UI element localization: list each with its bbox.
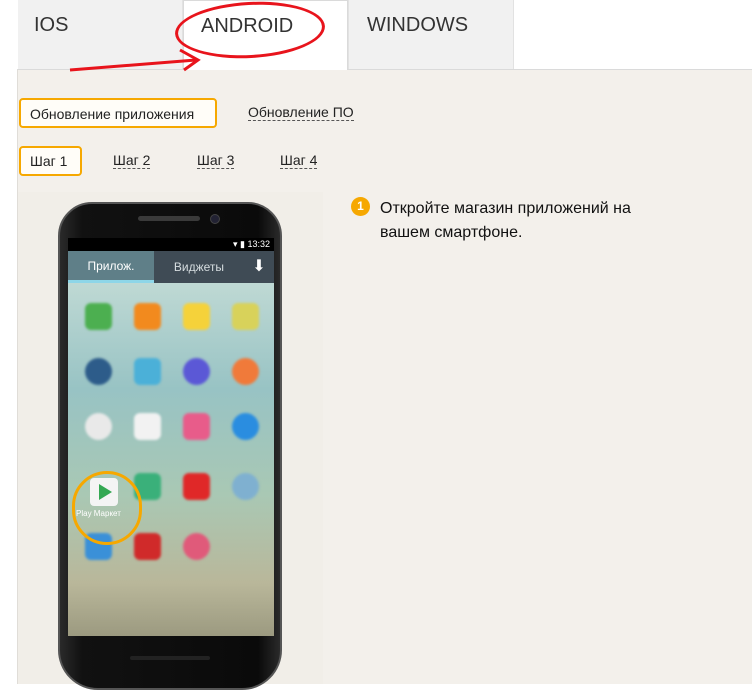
subtab-app-update-label: Обновление приложения xyxy=(30,106,195,122)
app-grid: Play Маркет xyxy=(68,283,274,636)
clock-app-icon xyxy=(85,413,112,440)
step-2-button[interactable]: Шаг 2 xyxy=(113,152,151,169)
camera-app-icon xyxy=(85,358,112,385)
step-1-button[interactable]: Шаг 1 xyxy=(19,146,82,176)
calendar-app-icon xyxy=(134,413,161,440)
app-drawer-tabs: Прилож. Виджеты ⬇ xyxy=(68,251,274,283)
step-3-label: Шаг 3 xyxy=(197,152,235,169)
phone-app-icon xyxy=(85,303,112,330)
tab-apps: Прилож. xyxy=(68,251,154,283)
phone-screen: ▾ ▮ 13:32 Прилож. Виджеты ⬇ Play Маркет xyxy=(68,238,274,636)
tab-windows-label: WINDOWS xyxy=(367,14,469,36)
speaker-grille xyxy=(138,216,200,221)
tab-windows[interactable]: WINDOWS xyxy=(348,0,514,69)
play-market-highlight xyxy=(72,471,142,545)
contacts-app-icon xyxy=(134,303,161,330)
status-time: 13:32 xyxy=(247,239,270,249)
step-2-label: Шаг 2 xyxy=(113,152,151,169)
hangouts-app-icon xyxy=(232,358,259,385)
step-1-label: Шаг 1 xyxy=(30,153,68,169)
instruction-text: Откройте магазин приложений на вашем сма… xyxy=(380,200,631,241)
maps-app-icon xyxy=(134,358,161,385)
phone-illustration: ▾ ▮ 13:32 Прилож. Виджеты ⬇ Play Маркет xyxy=(18,192,323,690)
subtab-firmware-update[interactable]: Обновление ПО xyxy=(248,104,354,121)
email-app-icon xyxy=(183,303,210,330)
flipboard-app-icon xyxy=(134,533,161,560)
browser-app-icon xyxy=(183,533,210,560)
settings-app-icon xyxy=(232,473,259,500)
video-app-icon xyxy=(183,358,210,385)
subtab-app-update[interactable]: Обновление приложения xyxy=(19,98,217,128)
step-3-button[interactable]: Шаг 3 xyxy=(197,152,235,169)
youtube-app-icon xyxy=(183,473,210,500)
step-4-button[interactable]: Шаг 4 xyxy=(280,152,318,169)
tab-ios-label: IOS xyxy=(34,14,69,36)
wifi-signal-icon: ▾ ▮ xyxy=(232,239,248,249)
phone-body: ▾ ▮ 13:32 Прилож. Виджеты ⬇ Play Маркет xyxy=(58,202,282,690)
home-bar xyxy=(130,656,210,660)
help-app-icon xyxy=(232,413,259,440)
step-4-label: Шаг 4 xyxy=(280,152,318,169)
photos-app-icon xyxy=(183,413,210,440)
step-number-badge: 1 xyxy=(351,197,370,216)
status-bar: ▾ ▮ 13:32 xyxy=(68,238,274,251)
front-camera xyxy=(210,214,220,224)
gallery-app-icon xyxy=(232,303,259,330)
annotation-arrow xyxy=(69,48,201,72)
download-icon: ⬇ xyxy=(252,258,266,275)
content-panel: Обновление приложения Обновление ПО Шаг … xyxy=(17,69,752,690)
subtab-firmware-update-label: Обновление ПО xyxy=(248,104,354,121)
tab-widgets: Виджеты xyxy=(173,260,225,274)
